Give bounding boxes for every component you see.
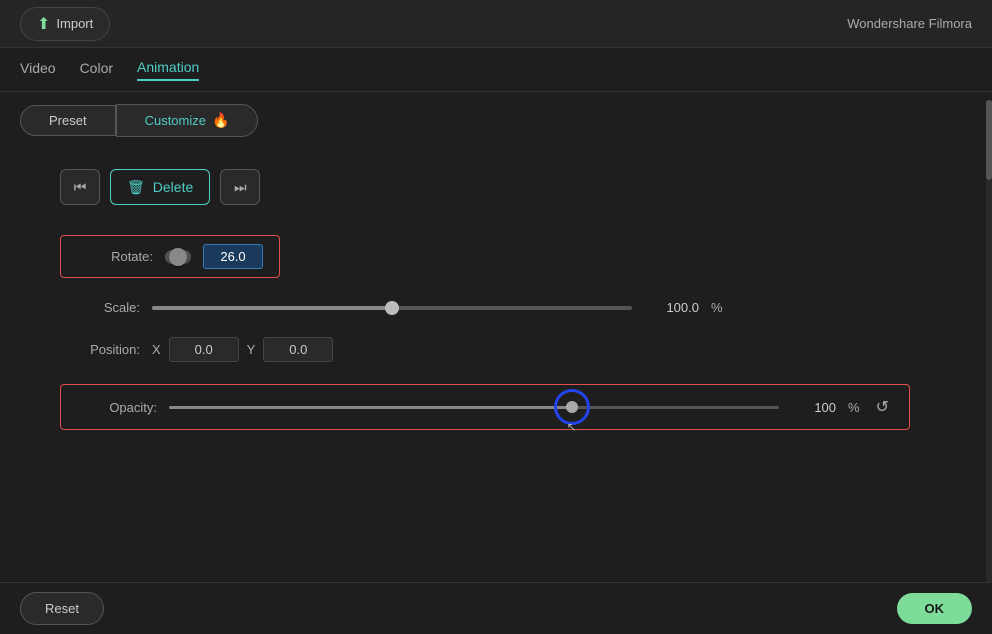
opacity-unit: % xyxy=(848,400,860,415)
rotate-box: Rotate: xyxy=(60,235,280,278)
preset-tab[interactable]: Preset xyxy=(20,105,116,136)
tab-animation[interactable]: Animation xyxy=(137,59,199,81)
ok-button[interactable]: OK xyxy=(897,593,973,624)
main-content: ⏮ 🗑 Delete ⏭ Rotate: Scale: 100.0 xyxy=(0,149,992,472)
properties-section: Rotate: Scale: 100.0 % Position: X Y xyxy=(40,235,952,430)
import-icon: ⬆ xyxy=(37,14,50,34)
app-title: Wondershare Filmora xyxy=(847,16,972,31)
bottom-bar: Reset OK xyxy=(0,582,992,634)
scale-slider-fill xyxy=(152,306,392,310)
x-label: X xyxy=(152,342,161,357)
reset-circle-icon: ↺ xyxy=(876,399,889,416)
position-row: Position: X Y xyxy=(60,337,952,362)
customize-tab[interactable]: Customize 🔥 xyxy=(116,104,259,137)
scale-slider[interactable] xyxy=(152,306,632,310)
tab-video[interactable]: Video xyxy=(20,60,56,80)
delete-button[interactable]: 🗑 Delete xyxy=(110,169,210,205)
scroll-thumb[interactable] xyxy=(986,100,992,180)
opacity-slider[interactable]: ↖ xyxy=(169,406,779,409)
opacity-thumb-inner xyxy=(566,401,578,413)
opacity-reset-button[interactable]: ↺ xyxy=(872,395,893,419)
first-frame-icon: ⏮ xyxy=(74,179,87,196)
tab-color[interactable]: Color xyxy=(80,60,113,80)
opacity-box: Opacity: ↖ 100 % ↺ xyxy=(60,384,910,430)
rotate-input[interactable] xyxy=(203,244,263,269)
import-button[interactable]: ⬆ Import xyxy=(20,7,110,41)
opacity-value: 100 xyxy=(791,400,836,415)
position-group: X Y xyxy=(152,337,333,362)
rotate-row: Rotate: xyxy=(60,235,952,278)
delete-label: Delete xyxy=(153,179,193,195)
sub-tabs: Preset Customize 🔥 xyxy=(0,92,992,149)
top-bar: ⬆ Import Wondershare Filmora xyxy=(0,0,992,48)
tabs-row: Video Color Animation xyxy=(0,48,992,92)
opacity-thumb-container: ↖ xyxy=(554,389,590,425)
customize-label: Customize xyxy=(145,113,206,128)
opacity-label: Opacity: xyxy=(77,400,157,415)
toolbar-row: ⏮ 🗑 Delete ⏭ xyxy=(40,169,952,205)
rotate-toggle[interactable] xyxy=(165,250,191,264)
opacity-slider-fill xyxy=(169,406,572,409)
rotate-label: Rotate: xyxy=(73,249,153,264)
first-frame-button[interactable]: ⏮ xyxy=(60,169,100,205)
reset-button[interactable]: Reset xyxy=(20,592,104,625)
position-label: Position: xyxy=(60,342,140,357)
scale-value: 100.0 xyxy=(644,300,699,315)
scrollbar[interactable] xyxy=(986,100,992,582)
scale-slider-thumb[interactable] xyxy=(385,301,399,315)
last-frame-icon: ⏭ xyxy=(234,179,247,196)
delete-icon: 🗑 xyxy=(127,179,145,196)
scale-label: Scale: xyxy=(60,300,140,315)
import-label: Import xyxy=(56,16,93,31)
scale-row: Scale: 100.0 % xyxy=(60,300,952,315)
opacity-row: Opacity: ↖ 100 % ↺ xyxy=(60,384,952,430)
opacity-thumb-outer[interactable]: ↖ xyxy=(554,389,590,425)
last-frame-button[interactable]: ⏭ xyxy=(220,169,260,205)
x-input[interactable] xyxy=(169,337,239,362)
scale-unit: % xyxy=(711,300,723,315)
fire-icon: 🔥 xyxy=(212,112,229,129)
y-label: Y xyxy=(247,342,256,357)
cursor-arrow-icon: ↖ xyxy=(567,420,577,434)
y-input[interactable] xyxy=(263,337,333,362)
